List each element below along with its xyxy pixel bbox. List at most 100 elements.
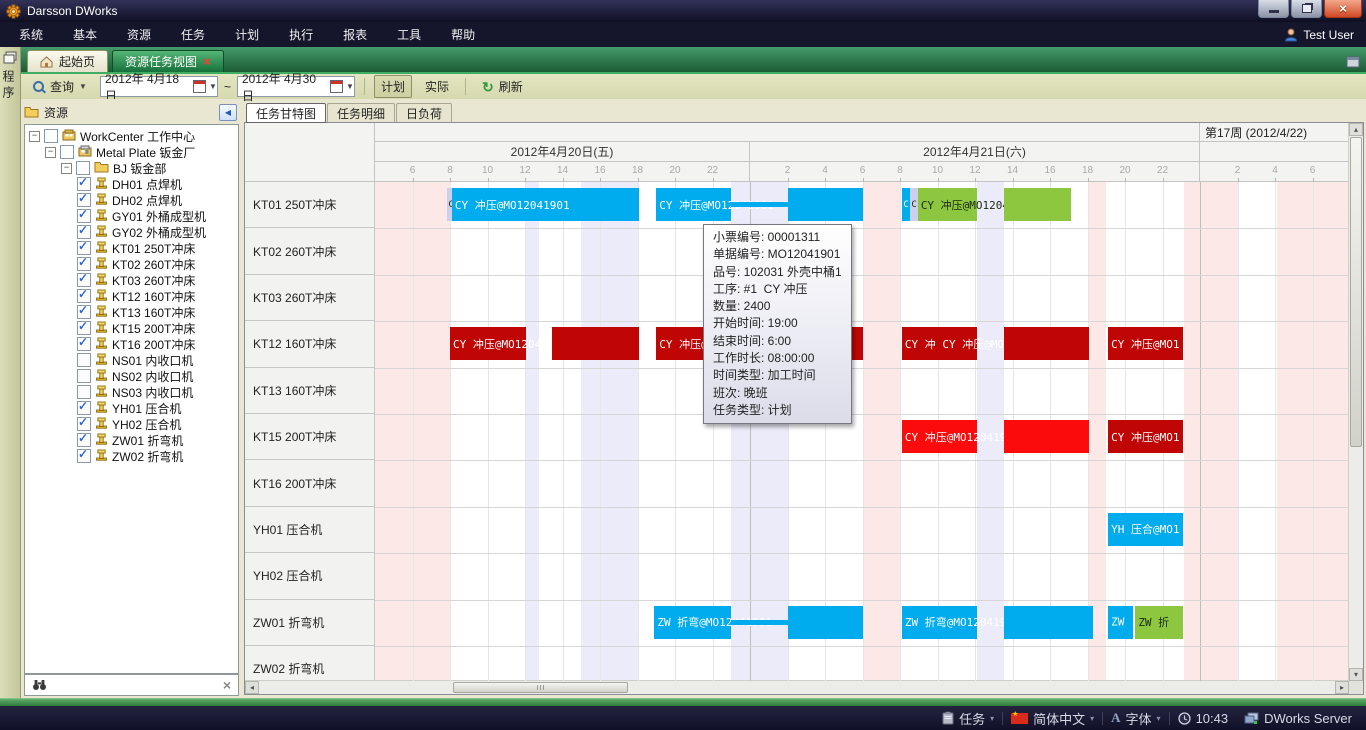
tree-item[interactable]: DH01 点焊机: [25, 176, 238, 192]
scroll-right-arrow[interactable]: ▸: [1335, 681, 1349, 694]
tab-close-icon[interactable]: ×: [203, 56, 211, 68]
gantt-bar[interactable]: CY 冲压@MO12041902: [918, 188, 977, 221]
window-list-icon[interactable]: [1346, 56, 1360, 68]
tree-item[interactable]: NS03 内收口机: [25, 384, 238, 400]
tree-item[interactable]: KT16 200T冲床: [25, 336, 238, 352]
tree-item[interactable]: KT02 260T冲床: [25, 256, 238, 272]
chevron-down-icon[interactable]: ▾: [1090, 714, 1094, 723]
tree-item[interactable]: DH02 点焊机: [25, 192, 238, 208]
tree-item[interactable]: KT01 250T冲床: [25, 240, 238, 256]
find-binoculars-icon[interactable]: [32, 679, 47, 691]
gantt-bar[interactable]: CY 冲压@MO1: [1108, 420, 1183, 453]
tree-checkbox[interactable]: [77, 193, 91, 207]
menu-item[interactable]: 基本: [58, 22, 112, 47]
tree-item[interactable]: ZW02 折弯机: [25, 448, 238, 464]
gantt-bar[interactable]: [552, 327, 639, 360]
tree-item[interactable]: YH02 压合机: [25, 416, 238, 432]
tree-checkbox[interactable]: [77, 321, 91, 335]
tree-expander[interactable]: −: [45, 147, 56, 158]
tree-checkbox[interactable]: [44, 129, 58, 143]
tree-item[interactable]: KT12 160T冲床: [25, 288, 238, 304]
status-item-font[interactable]: A字体▾: [1103, 709, 1168, 728]
menu-item[interactable]: 任务: [166, 22, 220, 47]
close-panel-icon[interactable]: ×: [223, 679, 231, 691]
tree-checkbox[interactable]: [60, 145, 74, 159]
tree-item[interactable]: GY02 外桶成型机: [25, 224, 238, 240]
chevron-down-icon[interactable]: ▾: [1157, 714, 1161, 723]
gantt-bar[interactable]: [788, 606, 863, 639]
close-button[interactable]: ×: [1324, 0, 1362, 18]
tree-checkbox[interactable]: [77, 369, 91, 383]
tree-item[interactable]: KT15 200T冲床: [25, 320, 238, 336]
tree-checkbox[interactable]: [77, 417, 91, 431]
scroll-up-arrow[interactable]: ▴: [1349, 123, 1363, 136]
restore-button[interactable]: [1291, 0, 1322, 18]
collapse-panel-button[interactable]: ◀: [219, 104, 237, 121]
tree-expander[interactable]: −: [29, 131, 40, 142]
gantt-bar[interactable]: ZW: [1108, 606, 1133, 639]
program-panel-icon[interactable]: [3, 51, 17, 64]
gantt-bar[interactable]: CY 冲压@MO12041904: [450, 327, 526, 360]
tree-checkbox[interactable]: [77, 433, 91, 447]
tree-item[interactable]: ZW01 折弯机: [25, 432, 238, 448]
tree-item[interactable]: KT13 160T冲床: [25, 304, 238, 320]
gantt-bar[interactable]: ZW 折弯@MO12041901: [902, 606, 977, 639]
date-from-field[interactable]: 2012年 4月18日 ▼: [100, 76, 218, 97]
tree-checkbox[interactable]: [77, 225, 91, 239]
date-to-field[interactable]: 2012年 4月30日 ▼: [237, 76, 355, 97]
gantt-bar[interactable]: [1004, 420, 1089, 453]
tree-checkbox[interactable]: [77, 449, 91, 463]
gantt-bar[interactable]: [788, 188, 863, 221]
menu-item[interactable]: 资源: [112, 22, 166, 47]
tree-item[interactable]: KT03 260T冲床: [25, 272, 238, 288]
tree-checkbox[interactable]: [77, 385, 91, 399]
tree-checkbox[interactable]: [77, 305, 91, 319]
query-button[interactable]: 查询 ▼: [26, 75, 94, 98]
menu-item[interactable]: 报表: [328, 22, 382, 47]
vertical-scroll-thumb[interactable]: [1350, 137, 1362, 447]
tree-checkbox[interactable]: [76, 161, 90, 175]
plan-toggle-button[interactable]: 计划: [374, 75, 412, 98]
gantt-bar[interactable]: [1004, 327, 1089, 360]
gantt-bar[interactable]: CY 冲 CY 冲压@MO12041904: [902, 327, 977, 360]
dock-strip-label[interactable]: 程序: [3, 70, 17, 102]
tree-item[interactable]: −BJ 钣金部: [25, 160, 238, 176]
tree-checkbox[interactable]: [77, 289, 91, 303]
tree-item[interactable]: NS02 内收口机: [25, 368, 238, 384]
status-item-clock[interactable]: 10:43: [1170, 711, 1237, 726]
refresh-button[interactable]: ↻ 刷新: [475, 75, 530, 98]
menu-item[interactable]: 帮助: [436, 22, 490, 47]
tree-item[interactable]: −WorkCenter 工作中心: [25, 128, 238, 144]
chevron-down-icon[interactable]: ▾: [990, 714, 994, 723]
tree-checkbox[interactable]: [77, 337, 91, 351]
menu-item[interactable]: 计划: [220, 22, 274, 47]
date-from-caret-icon[interactable]: ▼: [209, 82, 217, 91]
gantt-bar[interactable]: C: [910, 188, 918, 221]
menu-item[interactable]: 工具: [382, 22, 436, 47]
tree-checkbox[interactable]: [77, 209, 91, 223]
user-chip[interactable]: Test User: [1284, 22, 1354, 47]
menu-item[interactable]: 执行: [274, 22, 328, 47]
gantt-bar[interactable]: YH 压合@MO1: [1108, 513, 1183, 546]
gantt-bar[interactable]: [1004, 188, 1071, 221]
tree-checkbox[interactable]: [77, 353, 91, 367]
tree-checkbox[interactable]: [77, 401, 91, 415]
vertical-scrollbar[interactable]: ▴▾: [1348, 123, 1363, 681]
tree-checkbox[interactable]: [77, 273, 91, 287]
menu-item[interactable]: 系统: [4, 22, 58, 47]
gantt-view-tab[interactable]: 任务甘特图: [246, 103, 326, 123]
gantt-bar[interactable]: CY 冲压@MO12041903: [902, 420, 977, 453]
gantt-bar[interactable]: [1004, 606, 1093, 639]
gantt-view-tab[interactable]: 任务明细: [327, 103, 395, 123]
minimize-button[interactable]: [1258, 0, 1289, 18]
date-to-caret-icon[interactable]: ▼: [346, 82, 354, 91]
actual-toggle-button[interactable]: 实际: [418, 75, 456, 98]
tree-item[interactable]: NS01 内收口机: [25, 352, 238, 368]
horizontal-scroll-thumb[interactable]: [453, 682, 628, 693]
scroll-left-arrow[interactable]: ◂: [245, 681, 259, 694]
tree-checkbox[interactable]: [77, 177, 91, 191]
tree-item[interactable]: GY01 外桶成型机: [25, 208, 238, 224]
tree-expander[interactable]: −: [61, 163, 72, 174]
tree-checkbox[interactable]: [77, 257, 91, 271]
tree-item[interactable]: YH01 压合机: [25, 400, 238, 416]
